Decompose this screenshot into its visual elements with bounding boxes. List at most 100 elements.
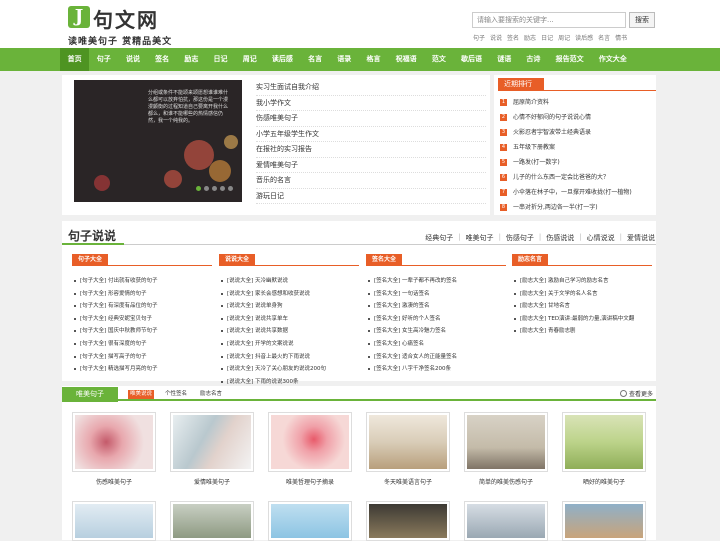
section-link[interactable]: 经典句子: [425, 233, 453, 243]
hot-keyword[interactable]: 签名: [507, 33, 519, 42]
list-item[interactable]: [句子大全] 国庆中秋教师节句子: [72, 325, 212, 338]
tab-weimei[interactable]: 唯美句子: [62, 387, 118, 402]
slide-dot[interactable]: [228, 186, 233, 191]
list-item[interactable]: [签名大全] 女生高冷魅力签名: [366, 325, 506, 338]
nav-item[interactable]: 报告范文: [548, 48, 591, 71]
logo-icon[interactable]: J: [68, 6, 90, 28]
list-item[interactable]: [励志大全] 关于文学的名人名言: [512, 288, 652, 301]
list-item[interactable]: [说说大全] 说说共享数据: [219, 325, 359, 338]
nav-item[interactable]: 歇后语: [453, 48, 489, 71]
subtab-shuoshuo[interactable]: 唯美说说: [128, 390, 155, 399]
nav-item[interactable]: 读后感: [264, 48, 300, 71]
search-input[interactable]: 请输入要搜索的关键字...: [472, 12, 626, 28]
hot-keyword[interactable]: 日记: [541, 33, 553, 42]
list-item[interactable]: [签名大全] 心痛签名: [366, 338, 506, 351]
list-item[interactable]: [句子大全] 付出就有收获的句子: [72, 275, 212, 288]
slide-dot[interactable]: [204, 186, 209, 191]
list-item[interactable]: [说说大全] 说说共享单车: [219, 313, 359, 326]
list-item[interactable]: [签名大全] 好听的个人签名: [366, 313, 506, 326]
list-item[interactable]: [说说大全] 天冷了关心朋友的说说200句: [219, 363, 359, 376]
list-item[interactable]: [励志大全] 激励自己学习的励志名言: [512, 275, 652, 288]
list-item[interactable]: [签名大全] 一句话签名: [366, 288, 506, 301]
list-item[interactable]: 我小学作文: [256, 96, 486, 111]
banner-slide[interactable]: 分组或条件不能颂来颂愿想谁谁难什么都可以放弃怕抗，那这份是一个漫漫颤衡的过程知道…: [74, 80, 242, 202]
list-item[interactable]: 爱情唯美句子: [256, 158, 486, 173]
list-item[interactable]: 伤感唯美句子: [256, 111, 486, 127]
section-link[interactable]: 伤感句子: [506, 233, 534, 243]
hot-keyword[interactable]: 说说: [490, 33, 502, 42]
gallery-item[interactable]: 唯美哲理句子摘录: [268, 412, 352, 486]
search-button[interactable]: 搜索: [629, 12, 655, 28]
gallery-item[interactable]: [562, 501, 646, 541]
list-item[interactable]: [签名大全] 适合女人的正能量签名: [366, 351, 506, 364]
rank-item[interactable]: 2 心情不好郁闷的句子说说心情: [500, 110, 656, 125]
hot-keyword[interactable]: 周记: [558, 33, 570, 42]
list-item[interactable]: [句子大全] 描写高子的句子: [72, 351, 212, 364]
nav-item[interactable]: 周记: [235, 48, 264, 71]
nav-item[interactable]: 说说: [118, 48, 147, 71]
gallery-item[interactable]: 爱情唯美句子: [170, 412, 254, 486]
list-item[interactable]: 在报社的实习报告: [256, 142, 486, 158]
gallery-item[interactable]: [464, 501, 548, 541]
list-item[interactable]: [签名大全] 一辈子都不再改的签名: [366, 275, 506, 288]
gallery-item[interactable]: [72, 501, 156, 541]
gallery-item[interactable]: 冬天唯美语言句子: [366, 412, 450, 486]
list-item[interactable]: [句子大全] 有深度有品位的句子: [72, 300, 212, 313]
nav-item[interactable]: 语录: [330, 48, 359, 71]
nav-item[interactable]: 古诗: [519, 48, 548, 71]
nav-item-home[interactable]: 首页: [60, 48, 90, 71]
rank-item[interactable]: 6 儿子的什么东西一定会比爸爸的大？: [500, 170, 656, 185]
slide-dot[interactable]: [220, 186, 225, 191]
rank-item[interactable]: 5 一路发(打一数字): [500, 155, 656, 170]
rank-item[interactable]: 4 五年级下册教案: [500, 140, 656, 155]
list-item[interactable]: [句子大全] 精选描写月亮的句子: [72, 363, 212, 376]
list-item[interactable]: [说说大全] 抖音上最火的下雨说说: [219, 351, 359, 364]
nav-item[interactable]: 格言: [359, 48, 388, 71]
gallery-item[interactable]: 伤感唯美句子: [72, 412, 156, 486]
gallery-item[interactable]: [170, 501, 254, 541]
hot-keyword[interactable]: 读后感: [575, 33, 593, 42]
nav-item[interactable]: 谜语: [490, 48, 519, 71]
section-link[interactable]: 唯美句子: [466, 233, 494, 243]
hot-keyword[interactable]: 励志: [524, 33, 536, 42]
list-item[interactable]: [说说大全] 天冷幽默说说: [219, 275, 359, 288]
list-item[interactable]: [句子大全] 经典安妮宝贝句子: [72, 313, 212, 326]
list-item[interactable]: [励志大全] 青春励志剧: [512, 325, 652, 338]
list-item[interactable]: 实习生面试自我介绍: [256, 80, 486, 96]
rank-item[interactable]: 3 火影忍者宇智波带土经典语录: [500, 125, 656, 140]
list-item[interactable]: [句子大全] 形容爱情的句子: [72, 288, 212, 301]
section-link[interactable]: 爱情说说: [627, 233, 655, 243]
nav-item[interactable]: 励志: [177, 48, 206, 71]
nav-item[interactable]: 作文大全: [591, 48, 634, 71]
rank-item[interactable]: 1 屈原简介资料: [500, 95, 656, 110]
list-item[interactable]: 游玩日记: [256, 189, 486, 204]
nav-item[interactable]: 签名: [148, 48, 177, 71]
nav-item[interactable]: 名言: [301, 48, 330, 71]
list-item[interactable]: [签名大全] 激凄的签名: [366, 300, 506, 313]
nav-item[interactable]: 祝福语: [388, 48, 424, 71]
more-link[interactable]: 查看更多: [620, 389, 653, 398]
nav-item[interactable]: 句子: [89, 48, 118, 71]
hot-keyword[interactable]: 情书: [615, 33, 627, 42]
subtab-quotes[interactable]: 励志名言: [198, 390, 224, 399]
logo-name[interactable]: 句文网: [93, 4, 159, 33]
list-item[interactable]: [励志大全] TED演讲:最弱的力量,演讲稿中文翻: [512, 313, 652, 326]
list-item[interactable]: 音乐的名言: [256, 173, 486, 189]
list-item[interactable]: [说说大全] 说说单身狗: [219, 300, 359, 313]
nav-item[interactable]: 范文: [424, 48, 453, 71]
rank-item[interactable]: 7 小伞落在林子中，一旦撑开难收拢(打一植物): [500, 185, 656, 200]
rank-item[interactable]: 8 一串对折分,两边各一半(打一字): [500, 200, 656, 215]
gallery-item[interactable]: [366, 501, 450, 541]
list-item[interactable]: [励志大全] 甘地名言: [512, 300, 652, 313]
list-item[interactable]: [说说大全] 开学的文案说说: [219, 338, 359, 351]
list-item[interactable]: [签名大全] 八字千净签名200条: [366, 363, 506, 376]
hot-keyword[interactable]: 句子: [473, 33, 485, 42]
list-item[interactable]: [句子大全] 很有深度的句子: [72, 338, 212, 351]
section-link[interactable]: 心情说说: [587, 233, 615, 243]
subtab-signature[interactable]: 个性签名: [163, 390, 189, 399]
gallery-item[interactable]: 简单的唯美伤感句子: [464, 412, 548, 486]
nav-item[interactable]: 日记: [206, 48, 235, 71]
gallery-item[interactable]: [268, 501, 352, 541]
section-link[interactable]: 伤感说说: [546, 233, 574, 243]
slide-dot[interactable]: [196, 186, 201, 191]
